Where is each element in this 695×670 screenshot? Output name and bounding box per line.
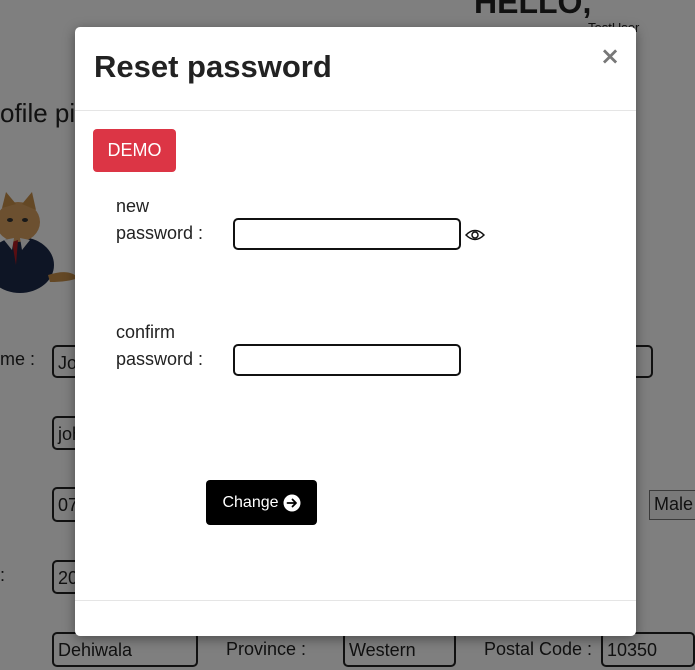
demo-button[interactable]: DEMO	[93, 129, 176, 172]
modal-title: Reset password	[94, 49, 332, 84]
confirm-password-input[interactable]	[233, 344, 461, 376]
close-icon: ×	[599, 42, 621, 70]
confirm-password-label-line1: confirm	[116, 322, 176, 342]
modal-footer-divider	[75, 600, 636, 601]
eye-icon[interactable]	[465, 227, 485, 243]
reset-password-modal: Reset password × DEMO new password : con…	[75, 27, 636, 636]
page: HELLO, TestUser ofile pi me : Jo joh 07 …	[0, 0, 695, 670]
new-password-label: new password :	[116, 193, 236, 247]
close-button[interactable]: ×	[599, 43, 621, 69]
new-password-label-line2: password :	[116, 223, 204, 243]
new-password-input[interactable]	[233, 218, 461, 250]
arrow-right-circle-icon	[283, 494, 301, 511]
confirm-password-label: confirm password :	[116, 319, 236, 373]
new-password-label-line1: new	[116, 196, 150, 216]
change-button-label: Change	[222, 493, 279, 511]
modal-header-divider	[75, 110, 636, 111]
change-button[interactable]: Change	[206, 480, 317, 525]
confirm-password-label-line2: password :	[116, 349, 204, 369]
